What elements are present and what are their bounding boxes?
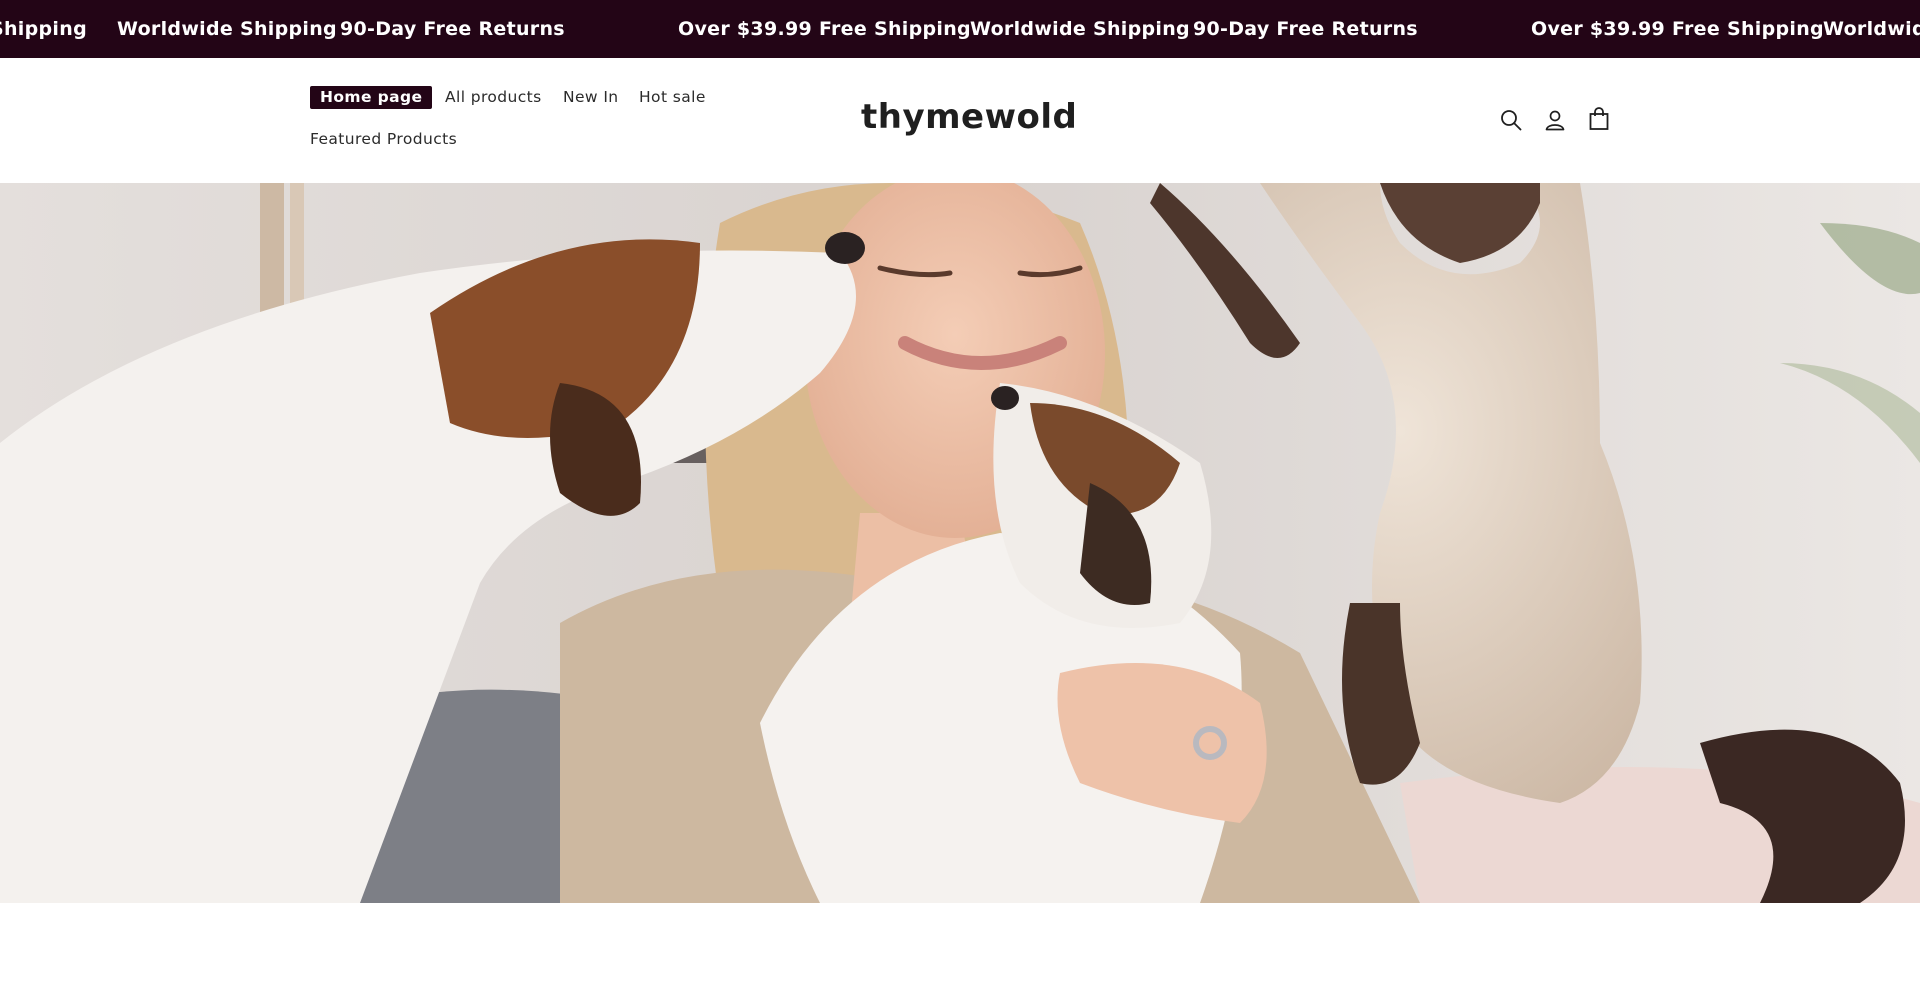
announcement-item: Over $39.99 Free Shipping — [1531, 18, 1824, 40]
hero-image — [0, 183, 1920, 903]
announcement-item: 90-Day Free Returns — [1193, 18, 1418, 40]
nav-new-in[interactable]: New In — [563, 88, 619, 106]
nav-featured-products[interactable]: Featured Products — [310, 130, 457, 148]
account-icon[interactable] — [1541, 106, 1569, 134]
nav-all-products[interactable]: All products — [445, 88, 542, 106]
announcement-item: Shipping — [0, 18, 87, 40]
announcement-bar: Shipping Worldwide Shipping 90-Day Free … — [0, 0, 1920, 58]
search-icon[interactable] — [1497, 106, 1525, 134]
announcement-item: Worldwid — [1823, 18, 1920, 40]
site-header: Home page All products New In Hot sale F… — [0, 58, 1920, 183]
content-area — [0, 903, 1920, 993]
announcement-item: 90-Day Free Returns — [340, 18, 565, 40]
nav-hot-sale[interactable]: Hot sale — [639, 88, 706, 106]
announcement-item: Worldwide Shipping — [970, 18, 1190, 40]
cart-icon[interactable] — [1585, 105, 1613, 133]
brand-logo[interactable]: thymewold — [861, 97, 1077, 137]
hero-banner[interactable] — [0, 183, 1920, 903]
announcement-item: Over $39.99 Free Shipping — [678, 18, 971, 40]
nav-home-page[interactable]: Home page — [310, 86, 433, 109]
announcement-item: Worldwide Shipping — [117, 18, 337, 40]
